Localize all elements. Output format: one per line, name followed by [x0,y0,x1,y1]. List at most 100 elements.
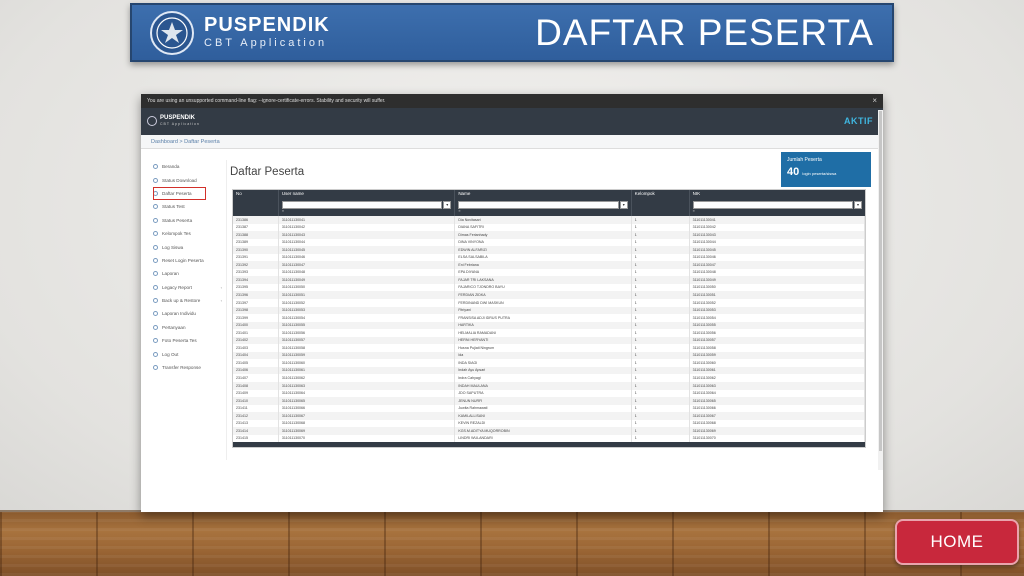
cell-username: 311011130065 [279,397,456,405]
table-row[interactable]: 231394 311011130049 FAJAR TRI LAKSANA 1 3110… [233,276,866,284]
table-row[interactable]: 231392 311011130047 Eni Febriana 1 311011130… [233,261,866,269]
filter-username-dropdown-icon[interactable]: ▾ [443,201,452,209]
infobar-close-icon[interactable]: × [872,96,877,105]
table-row[interactable]: 231413 311011130068 KEVIN REZALDI 1 31101113… [233,419,866,428]
header-kelompok[interactable]: Kelompok [632,190,690,198]
table-row[interactable]: 231408 311011130063 INDAH MAULANA 1 31101113… [233,382,866,390]
sidebar-item[interactable]: Status Test [149,200,226,213]
table-row[interactable]: 231399 311011130054 FRANSISA ADJI IDRUS PU… [233,314,866,322]
cell-name: FERDINAND DWI MASKUN [455,299,632,307]
cell-username: 311011130069 [279,427,456,435]
cell-no: 231386 [233,216,279,224]
cell-name: Juwita Rahmawati [455,404,632,413]
table-row[interactable]: 231415 311011130070 LINDRI WULANDARI 1 31101… [233,434,866,443]
browser-window: You are using an unsupported command-lin… [141,94,883,512]
table-row[interactable]: 231398 311011130053 Fitriyani 1 311011130053 [233,306,866,315]
header-name[interactable]: Name [455,190,632,198]
cell-kelompok: 1 [632,283,690,292]
home-button[interactable]: HOME [895,519,1019,565]
menu-circle-icon [153,298,158,304]
table-row[interactable]: 231396 311011130051 FERDIAN ZIDKA 1 31101113… [233,291,866,300]
sidebar-item[interactable]: Reset Login Peserta [149,254,226,267]
cell-username: 311011130063 [279,382,456,390]
table-row[interactable]: 231393 311011130048 EPA DIYANA 1 31101113004… [233,268,866,277]
sidebar-item[interactable]: Laporan Individu [149,307,226,320]
sidebar-item[interactable]: Foto Peserta Tes [149,334,226,347]
table-row[interactable]: 231397 311011130052 FERDINAND DWI MASKUN 1 3… [233,299,866,307]
table-row[interactable]: 231411 311011130066 Juwita Rahmawati 1 31101… [233,404,866,413]
table-row[interactable]: 231401 311011130056 HELMALIA RAMADANI 1 3110… [233,329,866,337]
window-scrollbar[interactable] [878,110,883,470]
sidebar-item[interactable]: Beranda [149,160,226,173]
sidebar-item[interactable]: Laporan [149,267,226,280]
cell-name: EDWIN ALFARIZI [455,246,632,254]
header-username[interactable]: User name [279,190,456,198]
table-row[interactable]: 231400 311011130055 HARTIKA 1 311011130055 [233,321,866,330]
cell-username: 311011130059 [279,351,456,360]
cell-no: 231389 [233,238,279,247]
cell-kelompok: 1 [632,246,690,254]
table-row[interactable]: 231389 311011130044 DINA VINYONA 1 311011130… [233,238,866,247]
cell-name: Indra Cahyagi [455,374,632,383]
cell-no: 231408 [233,382,279,390]
table-row[interactable]: 231387 311011130042 DIANA SAFITRI 1 31101113… [233,223,866,232]
table-row[interactable]: 231386 311011130041 Dia Novitasari 1 3110111… [233,216,866,224]
table-row[interactable]: 231405 311011130060 INDA SIAGI 1 31101113006… [233,359,866,367]
sidebar-item[interactable]: Pertanyaan [149,321,226,334]
header-no[interactable]: No [233,190,279,198]
sidebar-item[interactable]: Transfer Response [149,361,226,374]
table-row[interactable]: 231402 311011130057 HERNI HERYANTI 1 3110111… [233,336,866,345]
table-row[interactable]: 231395 311011130050 FAJARICO TJONDRO BAYU 1… [233,283,866,292]
cell-nik: 311011130046 [690,253,866,262]
cell-no: 231404 [233,351,279,360]
cell-kelompok: 1 [632,314,690,322]
table-row[interactable]: 231390 311011130045 EDWIN ALFARIZI 1 3110111… [233,246,866,254]
table-row[interactable]: 231412 311011130067 KAMILALLISANI 1 31101113… [233,412,866,420]
cell-username: 311011130068 [279,419,456,428]
cell-username: 311011130052 [279,299,456,307]
sidebar-item-label: Daftar Peserta [162,190,192,196]
cell-name: FRANSISA ADJI IDRUS PUTRA [455,314,632,322]
header-nik[interactable]: NIK [690,190,865,198]
sidebar-item[interactable]: Log Siswa [149,240,226,253]
sidebar-item[interactable]: Status Download [149,173,226,186]
table-row[interactable]: 231414 311011130069 KGS.M.ADITYA MUQORROBI… [233,427,866,435]
cell-username: 311011130053 [279,306,456,315]
filter-username-input[interactable] [281,201,443,209]
scrollbar-thumb[interactable] [879,111,882,451]
sidebar-item[interactable]: Legacy Report ‹ [149,281,226,294]
cell-kelompok: 1 [632,261,690,269]
cell-name: HERNI HERYANTI [455,336,632,345]
table-row[interactable]: 231409 311011130064 JDO SAPUTRA 1 3110111300… [233,389,866,398]
sidebar-item[interactable]: Daftar Peserta [153,186,206,201]
cell-kelompok: 1 [632,291,690,300]
table-row[interactable]: 231388 311011130043 Dimas Ferianhady 1 31101… [233,231,866,239]
breadcrumb[interactable]: Dashboard > Daftar Peserta [141,135,883,149]
sidebar-item[interactable]: Kelompok Tes [149,227,226,240]
table-row[interactable]: 231410 311011130065 JENUN NURFI 1 3110111300… [233,397,866,405]
table-row[interactable]: 231403 311011130058 Husna Pujiati Ningrum 1… [233,344,866,352]
sidebar-item[interactable]: Back up & Restore ‹ [149,294,226,307]
cell-name: HELMALIA RAMADANI [455,329,632,337]
sidebar-item-label: Back up & Restore [162,298,201,304]
cell-kelompok: 1 [632,434,690,443]
table-row[interactable]: 231404 311011130059 Ida 1 311011130059 [233,351,866,360]
table-row[interactable]: 231391 311011130046 ELSA SALSABILA 1 3110111… [233,253,866,262]
filter-nik-dropdown-icon[interactable]: ▾ [854,201,863,209]
menu-circle-icon [153,244,158,250]
table-row[interactable]: 231407 311011130062 Indra Cahyagi 1 31101113… [233,374,866,383]
cell-nik: 311011130043 [690,231,866,239]
sidebar-item-label: Laporan Individu [162,311,196,317]
cell-nik: 311011130068 [690,419,866,428]
sidebar-item[interactable]: Status Peserta [149,214,226,227]
sidebar-item[interactable]: Log Out [149,347,226,360]
filter-nik-input[interactable] [692,201,854,209]
table-row[interactable]: 231406 311011130061 Indah Ayu Apsari 1 31101… [233,366,866,375]
participant-table: No User name Name Kelompok NIK ▾ ≡ ▾ ≡ ▾ [232,189,866,449]
menu-circle-icon [153,324,158,330]
cell-username: 311011130058 [279,344,456,352]
cell-nik: 311011130059 [690,351,866,360]
slide-banner: PUSPENDIK CBT Application DAFTAR PESERTA [130,3,894,62]
filter-name-input[interactable] [458,201,619,209]
filter-name-dropdown-icon[interactable]: ▾ [619,201,628,209]
